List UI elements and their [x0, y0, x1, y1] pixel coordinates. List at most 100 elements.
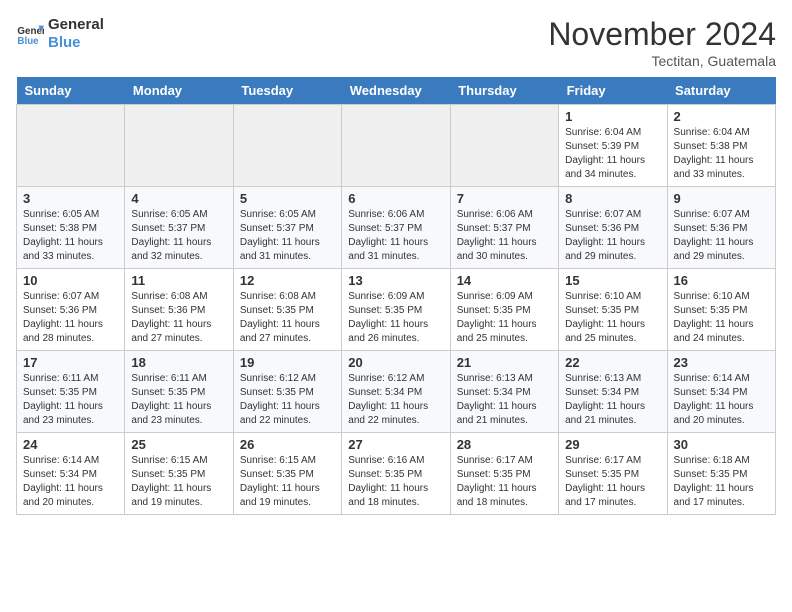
calendar-day-cell: 5 Sunrise: 6:05 AMSunset: 5:37 PMDayligh…: [233, 187, 341, 269]
day-number: 8: [565, 191, 660, 206]
day-info: Sunrise: 6:04 AMSunset: 5:38 PMDaylight:…: [674, 126, 769, 182]
day-number: 15: [565, 273, 660, 288]
day-info: Sunrise: 6:06 AMSunset: 5:37 PMDaylight:…: [457, 208, 552, 264]
day-number: 14: [457, 273, 552, 288]
day-info: Sunrise: 6:05 AMSunset: 5:37 PMDaylight:…: [131, 208, 226, 264]
day-number: 18: [131, 355, 226, 370]
weekday-header-tuesday: Tuesday: [233, 77, 341, 105]
day-info: Sunrise: 6:13 AMSunset: 5:34 PMDaylight:…: [457, 372, 552, 428]
day-number: 11: [131, 273, 226, 288]
day-number: 28: [457, 437, 552, 452]
logo-icon: General Blue: [16, 20, 44, 48]
day-info: Sunrise: 6:07 AMSunset: 5:36 PMDaylight:…: [23, 290, 118, 346]
day-number: 7: [457, 191, 552, 206]
day-number: 30: [674, 437, 769, 452]
day-info: Sunrise: 6:05 AMSunset: 5:38 PMDaylight:…: [23, 208, 118, 264]
calendar-day-cell: 9 Sunrise: 6:07 AMSunset: 5:36 PMDayligh…: [667, 187, 775, 269]
calendar-day-cell: 2 Sunrise: 6:04 AMSunset: 5:38 PMDayligh…: [667, 105, 775, 187]
day-number: 3: [23, 191, 118, 206]
month-title: November 2024: [548, 16, 776, 53]
day-info: Sunrise: 6:14 AMSunset: 5:34 PMDaylight:…: [674, 372, 769, 428]
weekday-header-sunday: Sunday: [17, 77, 125, 105]
day-info: Sunrise: 6:12 AMSunset: 5:34 PMDaylight:…: [348, 372, 443, 428]
calendar-day-cell: 16 Sunrise: 6:10 AMSunset: 5:35 PMDaylig…: [667, 269, 775, 351]
calendar-table: SundayMondayTuesdayWednesdayThursdayFrid…: [16, 77, 776, 515]
calendar-day-cell: 20 Sunrise: 6:12 AMSunset: 5:34 PMDaylig…: [342, 351, 450, 433]
day-number: 5: [240, 191, 335, 206]
day-number: 12: [240, 273, 335, 288]
day-number: 13: [348, 273, 443, 288]
weekday-header-wednesday: Wednesday: [342, 77, 450, 105]
day-number: 6: [348, 191, 443, 206]
day-number: 29: [565, 437, 660, 452]
day-number: 4: [131, 191, 226, 206]
day-info: Sunrise: 6:10 AMSunset: 5:35 PMDaylight:…: [674, 290, 769, 346]
calendar-day-cell: 27 Sunrise: 6:16 AMSunset: 5:35 PMDaylig…: [342, 433, 450, 515]
day-info: Sunrise: 6:11 AMSunset: 5:35 PMDaylight:…: [23, 372, 118, 428]
calendar-day-cell: [233, 105, 341, 187]
calendar-day-cell: 11 Sunrise: 6:08 AMSunset: 5:36 PMDaylig…: [125, 269, 233, 351]
day-number: 19: [240, 355, 335, 370]
calendar-day-cell: 14 Sunrise: 6:09 AMSunset: 5:35 PMDaylig…: [450, 269, 558, 351]
day-info: Sunrise: 6:04 AMSunset: 5:39 PMDaylight:…: [565, 126, 660, 182]
calendar-week-row: 17 Sunrise: 6:11 AMSunset: 5:35 PMDaylig…: [17, 351, 776, 433]
weekday-header-saturday: Saturday: [667, 77, 775, 105]
calendar-week-row: 10 Sunrise: 6:07 AMSunset: 5:36 PMDaylig…: [17, 269, 776, 351]
day-info: Sunrise: 6:12 AMSunset: 5:35 PMDaylight:…: [240, 372, 335, 428]
title-block: November 2024 Tectitan, Guatemala: [548, 16, 776, 69]
page-header: General Blue General Blue November 2024 …: [16, 16, 776, 69]
calendar-day-cell: 10 Sunrise: 6:07 AMSunset: 5:36 PMDaylig…: [17, 269, 125, 351]
day-info: Sunrise: 6:11 AMSunset: 5:35 PMDaylight:…: [131, 372, 226, 428]
calendar-day-cell: [125, 105, 233, 187]
calendar-week-row: 1 Sunrise: 6:04 AMSunset: 5:39 PMDayligh…: [17, 105, 776, 187]
day-info: Sunrise: 6:07 AMSunset: 5:36 PMDaylight:…: [674, 208, 769, 264]
calendar-day-cell: 13 Sunrise: 6:09 AMSunset: 5:35 PMDaylig…: [342, 269, 450, 351]
calendar-day-cell: 18 Sunrise: 6:11 AMSunset: 5:35 PMDaylig…: [125, 351, 233, 433]
calendar-day-cell: 23 Sunrise: 6:14 AMSunset: 5:34 PMDaylig…: [667, 351, 775, 433]
calendar-day-cell: 19 Sunrise: 6:12 AMSunset: 5:35 PMDaylig…: [233, 351, 341, 433]
calendar-day-cell: [450, 105, 558, 187]
day-number: 22: [565, 355, 660, 370]
day-number: 21: [457, 355, 552, 370]
calendar-day-cell: [17, 105, 125, 187]
calendar-day-cell: 6 Sunrise: 6:06 AMSunset: 5:37 PMDayligh…: [342, 187, 450, 269]
calendar-day-cell: 28 Sunrise: 6:17 AMSunset: 5:35 PMDaylig…: [450, 433, 558, 515]
calendar-day-cell: 15 Sunrise: 6:10 AMSunset: 5:35 PMDaylig…: [559, 269, 667, 351]
calendar-day-cell: 1 Sunrise: 6:04 AMSunset: 5:39 PMDayligh…: [559, 105, 667, 187]
calendar-day-cell: 21 Sunrise: 6:13 AMSunset: 5:34 PMDaylig…: [450, 351, 558, 433]
day-info: Sunrise: 6:17 AMSunset: 5:35 PMDaylight:…: [457, 454, 552, 510]
calendar-day-cell: 22 Sunrise: 6:13 AMSunset: 5:34 PMDaylig…: [559, 351, 667, 433]
day-number: 9: [674, 191, 769, 206]
day-number: 27: [348, 437, 443, 452]
calendar-day-cell: 17 Sunrise: 6:11 AMSunset: 5:35 PMDaylig…: [17, 351, 125, 433]
calendar-day-cell: 7 Sunrise: 6:06 AMSunset: 5:37 PMDayligh…: [450, 187, 558, 269]
day-info: Sunrise: 6:13 AMSunset: 5:34 PMDaylight:…: [565, 372, 660, 428]
calendar-day-cell: 8 Sunrise: 6:07 AMSunset: 5:36 PMDayligh…: [559, 187, 667, 269]
day-info: Sunrise: 6:08 AMSunset: 5:36 PMDaylight:…: [131, 290, 226, 346]
calendar-day-cell: 12 Sunrise: 6:08 AMSunset: 5:35 PMDaylig…: [233, 269, 341, 351]
day-info: Sunrise: 6:09 AMSunset: 5:35 PMDaylight:…: [457, 290, 552, 346]
day-info: Sunrise: 6:07 AMSunset: 5:36 PMDaylight:…: [565, 208, 660, 264]
day-number: 20: [348, 355, 443, 370]
day-info: Sunrise: 6:05 AMSunset: 5:37 PMDaylight:…: [240, 208, 335, 264]
day-info: Sunrise: 6:10 AMSunset: 5:35 PMDaylight:…: [565, 290, 660, 346]
calendar-day-cell: 26 Sunrise: 6:15 AMSunset: 5:35 PMDaylig…: [233, 433, 341, 515]
day-info: Sunrise: 6:18 AMSunset: 5:35 PMDaylight:…: [674, 454, 769, 510]
calendar-day-cell: 30 Sunrise: 6:18 AMSunset: 5:35 PMDaylig…: [667, 433, 775, 515]
day-info: Sunrise: 6:17 AMSunset: 5:35 PMDaylight:…: [565, 454, 660, 510]
day-info: Sunrise: 6:14 AMSunset: 5:34 PMDaylight:…: [23, 454, 118, 510]
day-info: Sunrise: 6:06 AMSunset: 5:37 PMDaylight:…: [348, 208, 443, 264]
calendar-week-row: 3 Sunrise: 6:05 AMSunset: 5:38 PMDayligh…: [17, 187, 776, 269]
day-number: 25: [131, 437, 226, 452]
calendar-day-cell: 4 Sunrise: 6:05 AMSunset: 5:37 PMDayligh…: [125, 187, 233, 269]
day-info: Sunrise: 6:09 AMSunset: 5:35 PMDaylight:…: [348, 290, 443, 346]
day-info: Sunrise: 6:08 AMSunset: 5:35 PMDaylight:…: [240, 290, 335, 346]
logo: General Blue General Blue: [16, 16, 104, 52]
logo-text-general: General: [48, 16, 104, 34]
svg-text:Blue: Blue: [17, 36, 39, 47]
calendar-week-row: 24 Sunrise: 6:14 AMSunset: 5:34 PMDaylig…: [17, 433, 776, 515]
calendar-day-cell: [342, 105, 450, 187]
calendar-day-cell: 3 Sunrise: 6:05 AMSunset: 5:38 PMDayligh…: [17, 187, 125, 269]
day-number: 26: [240, 437, 335, 452]
day-number: 23: [674, 355, 769, 370]
